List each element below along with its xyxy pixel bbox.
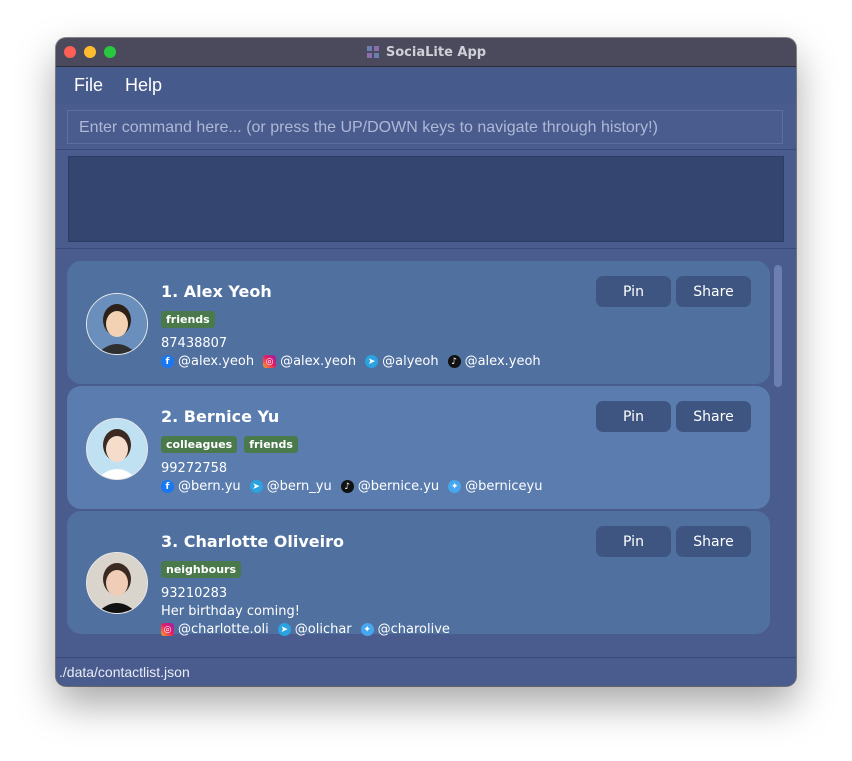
contact-card[interactable]: 3. Charlotte Oliveiro neighbours 9321028… [67,511,770,637]
app-logo-icon [366,46,379,58]
social-handles: f @bern.yu ➤ @bern_yu ♪ @bernice.yu ✦ @b… [161,479,546,494]
tag-badge: neighbours [161,561,242,578]
status-bar: ./data/contactlist.json [56,657,796,686]
telegram-icon: ➤ [365,355,379,368]
window-title-text: SociaLite App [385,44,487,60]
handle-text: @alex.yeoh [464,354,541,369]
share-button[interactable]: Share [676,526,751,557]
contact-phone: 87438807 [161,336,228,351]
result-display [68,156,784,242]
twitter-icon: ✦ [448,480,462,493]
facebook-icon: f [161,480,174,493]
instagram-icon: ◎ [161,623,174,636]
telegram-icon: ➤ [277,623,291,636]
contact-card[interactable]: 1. Alex Yeoh friends 87438807 f @alex.ye… [67,261,770,384]
avatar [86,293,148,355]
handle-text: @charlotte.oli [178,622,269,637]
tag-badge: friends [161,311,215,328]
list-scrollbar[interactable] [774,265,782,387]
social-handle[interactable]: f @bern.yu [161,479,241,494]
handle-text: @bernice.yu [357,479,440,494]
social-handles: ◎ @charlotte.oli ➤ @olichar ✦ @charolive [161,622,454,637]
menu-help[interactable]: Help [125,75,162,96]
twitter-icon: ✦ [360,623,374,636]
social-handle[interactable]: ➤ @bern_yu [249,479,332,494]
contact-phone: 93210283 [161,586,228,601]
avatar [86,418,148,480]
instagram-icon: ◎ [263,355,277,368]
share-button[interactable]: Share [676,401,751,432]
social-handle[interactable]: ♪ @alex.yeoh [447,354,541,369]
result-area [56,150,796,249]
social-handle[interactable]: ➤ @alyeoh [365,354,439,369]
app-window: SociaLite App File Help Enter command he… [56,38,796,686]
social-handles: f @alex.yeoh ◎ @alex.yeoh ➤ @alyeoh ♪ @a… [161,354,545,369]
command-input[interactable]: Enter command here... (or press the UP/D… [67,110,783,144]
social-handle[interactable]: ♪ @bernice.yu [340,479,440,494]
pin-button[interactable]: Pin [596,526,671,557]
avatar-image [87,419,147,479]
menu-file[interactable]: File [74,75,103,96]
tiktok-icon: ♪ [447,355,461,368]
social-handle[interactable]: ✦ @berniceyu [448,479,542,494]
handle-text: @berniceyu [465,479,543,494]
social-handle[interactable]: f @alex.yeoh [161,354,254,369]
contact-list[interactable]: 1. Alex Yeoh friends 87438807 f @alex.ye… [56,249,796,657]
social-handle[interactable]: ➤ @olichar [277,622,352,637]
tag-badge: friends [244,436,298,453]
contact-card[interactable]: 2. Bernice Yu colleagues friends 99272758… [67,386,770,509]
window-title: SociaLite App [56,38,796,66]
handle-text: @alex.yeoh [280,354,357,369]
tag-badge: colleagues [161,436,238,453]
social-handle[interactable]: ◎ @alex.yeoh [263,354,356,369]
pin-button[interactable]: Pin [596,276,671,307]
handle-text: @alyeoh [382,354,439,369]
avatar-image [87,294,147,354]
handle-text: @charolive [377,622,450,637]
telegram-icon: ➤ [249,480,263,493]
menu-bar: File Help [56,67,796,103]
contact-name: 2. Bernice Yu [161,407,280,426]
share-button[interactable]: Share [676,276,751,307]
social-handle[interactable]: ◎ @charlotte.oli [161,622,269,637]
handle-text: @olichar [294,622,352,637]
avatar [86,552,148,614]
contact-name: 3. Charlotte Oliveiro [161,532,345,551]
social-handle[interactable]: ✦ @charolive [360,622,450,637]
title-bar: SociaLite App [56,38,796,67]
tag-list: friends [161,311,215,328]
tiktok-icon: ♪ [340,480,354,493]
contact-phone: 99272758 [161,461,228,476]
contact-name: 1. Alex Yeoh [161,282,272,301]
handle-text: @alex.yeoh [178,354,255,369]
command-area: Enter command here... (or press the UP/D… [56,103,796,150]
tag-list: neighbours [161,561,242,578]
contact-remark: Her birthday coming! [161,604,300,619]
pin-button[interactable]: Pin [596,401,671,432]
facebook-icon: f [161,355,174,368]
handle-text: @bern_yu [266,479,332,494]
tag-list: colleagues friends [161,436,298,453]
avatar-image [87,553,147,613]
handle-text: @bern.yu [178,479,241,494]
